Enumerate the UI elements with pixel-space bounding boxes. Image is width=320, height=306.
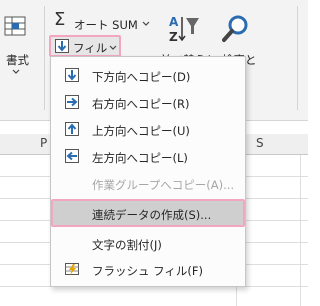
menu-item-fill-left[interactable]: 左方向へコピー(L) [52, 144, 244, 168]
menu-item-across-worksheets: 作業グループへコピー(A)... [52, 171, 244, 195]
fill-left-icon [65, 149, 79, 163]
fill-down-icon [55, 39, 69, 53]
menu-item-label: 文字の割付(J) [92, 238, 162, 252]
menu-item-label: 左方向へコピー(L) [92, 151, 188, 165]
svg-text:A: A [169, 15, 179, 29]
menu-item-fill-right[interactable]: 右方向へコピー(R) [52, 90, 244, 114]
menu-item-label: 作業グループへコピー(A)... [92, 178, 235, 192]
format-button[interactable]: 書式 [2, 14, 32, 74]
fill-dropdown-menu: 下方向へコピー(D) 右方向へコピー(R) 上方向へコピー(U) 左方向へコピー… [50, 56, 246, 287]
menu-item-fill-up[interactable]: 上方向へコピー(U) [52, 117, 244, 141]
menu-item-label: フラッシュ フィル(F) [92, 264, 204, 278]
menu-item-justify[interactable]: 文字の割付(J) [52, 231, 244, 255]
highlight-frame [51, 199, 245, 227]
fill-up-icon [65, 122, 79, 136]
column-header-p[interactable]: P [40, 136, 47, 150]
menu-item-fill-down[interactable]: 下方向へコピー(D) [52, 63, 244, 87]
chevron-down-icon [12, 69, 20, 74]
fill-down-icon [65, 68, 79, 82]
ribbon-separator [44, 6, 45, 110]
sort-filter-icon: A Z [169, 15, 199, 44]
search-icon [222, 15, 248, 42]
gridline [300, 155, 301, 306]
autosum-button[interactable]: Σ オート SUM [54, 9, 154, 32]
sigma-icon: Σ [54, 9, 66, 30]
menu-item-label: 下方向へコピー(D) [92, 70, 191, 84]
svg-text:Z: Z [169, 30, 178, 44]
format-icon [4, 16, 26, 36]
ribbon-separator [297, 6, 298, 110]
menu-item-label: 上方向へコピー(U) [92, 124, 190, 138]
autosum-label: オート SUM [74, 18, 138, 32]
fill-right-icon [65, 95, 79, 109]
chevron-down-icon [109, 45, 117, 50]
format-label: 書式 [6, 53, 29, 67]
fill-label: フィル [73, 41, 108, 55]
flash-fill-icon [65, 263, 79, 275]
menu-item-flash-fill[interactable]: フラッシュ フィル(F) [52, 257, 244, 281]
menu-item-label: 右方向へコピー(R) [92, 97, 190, 111]
column-header-s[interactable]: S [256, 136, 264, 150]
chevron-down-icon [142, 21, 150, 26]
fill-button[interactable]: フィル [49, 35, 121, 57]
